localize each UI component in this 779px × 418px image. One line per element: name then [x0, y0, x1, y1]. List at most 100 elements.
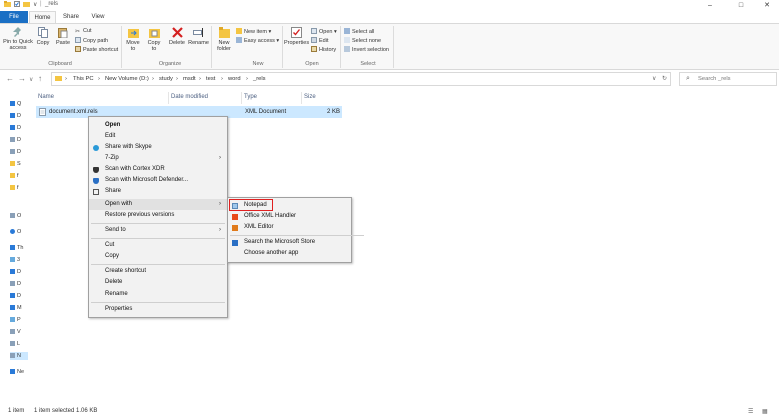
submenu-item-xml-editor[interactable]: XML Editor: [228, 222, 351, 233]
edit-button[interactable]: Edit: [311, 37, 328, 45]
menu-item-send-to[interactable]: Send to ›: [89, 225, 227, 236]
paste-shortcut-button[interactable]: Paste shortcut: [75, 46, 118, 54]
menu-item-restore-previous-versions[interactable]: Restore previous versions: [89, 210, 227, 221]
nav-item-folder-s[interactable]: S: [10, 160, 28, 168]
new-folder-quick-icon[interactable]: [23, 1, 30, 9]
menu-item-edit[interactable]: Edit: [89, 131, 227, 142]
menu-item-scan-cortex-xdr[interactable]: Scan with Cortex XDR: [89, 164, 227, 175]
nav-item-onedrive[interactable]: O: [10, 228, 28, 236]
select-all-button[interactable]: Select all: [344, 28, 374, 36]
copy-to-button[interactable]: Copy to: [145, 27, 163, 52]
breadcrumb-study[interactable]: study: [159, 76, 173, 82]
maximize-button[interactable]: □: [731, 0, 751, 11]
network-icon: [10, 368, 15, 374]
tab-file[interactable]: File: [0, 11, 28, 23]
nav-item-downloads-pc[interactable]: D: [10, 292, 28, 300]
breadcrumb-msdt[interactable]: msdt: [183, 76, 196, 82]
menu-item-scan-defender[interactable]: Scan with Microsoft Defender...: [89, 175, 227, 186]
nav-item-documents-pc[interactable]: D: [10, 280, 28, 288]
minimize-button[interactable]: –: [700, 0, 720, 11]
nav-item-documents[interactable]: D: [10, 136, 28, 144]
nav-item-quick-access[interactable]: Q: [10, 100, 28, 108]
menu-item-open[interactable]: Open: [89, 120, 227, 131]
up-arrow-icon[interactable]: ↑: [38, 74, 42, 83]
menu-item-cut[interactable]: Cut: [89, 240, 227, 251]
move-to-button[interactable]: Move to: [124, 27, 142, 52]
nav-item-this-pc[interactable]: Th: [10, 244, 28, 252]
submenu-arrow-icon: ›: [219, 201, 221, 207]
menu-item-create-shortcut[interactable]: Create shortcut: [89, 266, 227, 277]
address-bar[interactable]: › This PC › New Volume (D:) › study › ms…: [51, 72, 671, 86]
properties-quick-icon[interactable]: [14, 1, 20, 9]
invert-selection-button[interactable]: Invert selection: [344, 46, 389, 54]
nav-item-desktop-pc[interactable]: D: [10, 268, 28, 276]
menu-item-share[interactable]: Share: [89, 186, 227, 197]
history-button[interactable]: History: [311, 46, 336, 54]
menu-item-properties[interactable]: Properties: [89, 304, 227, 315]
select-none-button[interactable]: Select none: [344, 37, 381, 45]
properties-button[interactable]: Properties: [284, 27, 309, 46]
menu-item-open-with[interactable]: Open with ›: [89, 199, 227, 210]
recent-locations-chevron-icon[interactable]: ∨: [29, 76, 33, 83]
submenu-item-search-store[interactable]: Search the Microsoft Store: [228, 237, 351, 248]
store-icon: [232, 240, 238, 246]
nav-item-music[interactable]: M: [10, 304, 28, 312]
new-item-button[interactable]: New item ▾: [236, 28, 271, 36]
nav-item-downloads[interactable]: D: [10, 124, 28, 132]
column-header-type[interactable]: Type: [244, 94, 257, 100]
item-count: 1 item: [8, 408, 25, 414]
large-icons-view-icon[interactable]: ▦: [762, 408, 768, 415]
nav-item-new-volume[interactable]: N: [10, 352, 28, 360]
tab-view[interactable]: View: [86, 11, 110, 23]
breadcrumb-test[interactable]: test: [206, 76, 215, 82]
close-button[interactable]: ✕: [757, 0, 777, 11]
nav-item-office[interactable]: O: [10, 212, 28, 220]
menu-item-share-with-skype[interactable]: Share with Skype: [89, 142, 227, 153]
column-header-date-modified[interactable]: Date modified: [171, 94, 208, 100]
nav-item-drive[interactable]: D: [10, 148, 28, 156]
tab-share[interactable]: Share: [58, 11, 84, 23]
nav-item-pictures[interactable]: P: [10, 316, 28, 324]
pin-to-quick-access-button[interactable]: Pin to Quick access: [2, 27, 34, 51]
nav-item-3d-objects[interactable]: 3: [10, 256, 28, 264]
open-button[interactable]: Open ▾: [311, 28, 337, 36]
breadcrumb-word[interactable]: word: [228, 76, 241, 82]
column-header-size[interactable]: Size: [304, 94, 316, 100]
cut-button[interactable]: ✂ Cut: [75, 28, 92, 35]
back-arrow-icon[interactable]: ←: [6, 74, 14, 83]
breadcrumb-new-volume[interactable]: New Volume (D:): [105, 76, 149, 82]
refresh-icon[interactable]: ↻: [662, 76, 667, 82]
notepad-highlight-box: [229, 199, 273, 211]
details-view-icon[interactable]: ☰: [748, 408, 753, 415]
documents-icon: [10, 136, 15, 142]
nav-item-folder-f2[interactable]: f: [10, 184, 28, 192]
nav-item-folder-f1[interactable]: f: [10, 172, 28, 180]
menu-item-7zip[interactable]: 7-Zip ›: [89, 153, 227, 164]
paste-button[interactable]: Paste: [54, 27, 72, 46]
column-header-name[interactable]: Name: [38, 94, 54, 100]
copy-button[interactable]: Copy: [35, 27, 51, 46]
submenu-item-office-xml-handler[interactable]: Office XML Handler: [228, 211, 351, 222]
shield-icon: [93, 167, 99, 173]
xml-file-icon: [39, 108, 46, 118]
menu-item-copy[interactable]: Copy: [89, 251, 227, 262]
breadcrumb-this-pc[interactable]: This PC: [73, 76, 94, 82]
nav-item-network[interactable]: Ne: [10, 368, 28, 376]
address-dropdown-chevron-icon[interactable]: ∨: [652, 76, 656, 82]
menu-item-rename[interactable]: Rename: [89, 289, 227, 300]
chevron-down-icon[interactable]: ∨: [33, 1, 37, 8]
nav-item-videos[interactable]: V: [10, 328, 28, 336]
menu-item-delete[interactable]: Delete: [89, 277, 227, 288]
forward-arrow-icon[interactable]: →: [18, 74, 26, 83]
rename-button[interactable]: Rename: [188, 27, 209, 46]
new-folder-button[interactable]: New folder: [214, 27, 234, 52]
search-input[interactable]: ⌕ Search _rels: [679, 72, 777, 86]
easy-access-button[interactable]: Easy access ▾: [236, 37, 279, 45]
delete-button[interactable]: Delete: [167, 27, 187, 46]
breadcrumb-rels[interactable]: _rels: [253, 76, 266, 82]
nav-item-desktop[interactable]: D: [10, 112, 28, 120]
submenu-item-choose-another-app[interactable]: Choose another app: [228, 248, 351, 259]
nav-item-local-disk[interactable]: L: [10, 340, 28, 348]
copy-path-button[interactable]: Copy path: [75, 37, 108, 45]
tab-home[interactable]: Home: [29, 11, 56, 23]
